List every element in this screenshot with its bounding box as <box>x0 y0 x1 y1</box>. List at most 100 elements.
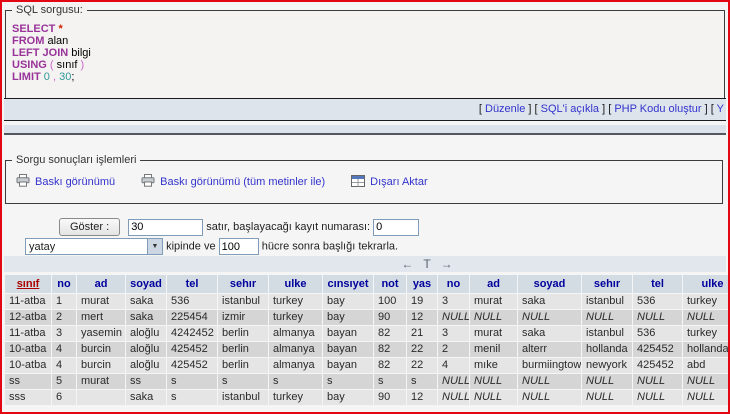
table-cell: 3 <box>52 326 76 341</box>
sort-link-yas[interactable]: yas <box>413 278 431 290</box>
table-cell: istanbul <box>582 294 632 309</box>
table-cell: berlin <box>218 326 268 341</box>
table-cell: saka <box>126 390 166 405</box>
table-cell: NULL <box>518 390 581 405</box>
table-cell: turkey <box>683 326 730 341</box>
sort-link-not[interactable]: not <box>381 278 398 290</box>
table-cell: 5 <box>52 374 76 389</box>
sql-footer-link[interactable]: SQL'i açıkla <box>541 103 599 115</box>
column-header-soyad: soyad <box>126 275 166 293</box>
table-cell: 21 <box>407 326 437 341</box>
table-cell: istanbul <box>218 390 268 405</box>
column-header-cınsıyet: cınsıyet <box>323 275 373 293</box>
table-row: sss6 sakasistanbulturkeybay9012NULLNULLN… <box>5 390 730 405</box>
table-cell: istanbul <box>582 326 632 341</box>
column-header-no: no <box>52 275 76 293</box>
sort-link-no[interactable]: no <box>57 278 70 290</box>
sql-footer-link[interactable]: PHP Kodu oluştur <box>614 103 701 115</box>
table-cell: sss <box>5 390 51 405</box>
sql-line: FROM alan <box>12 35 724 47</box>
table-cell: NULL <box>470 374 517 389</box>
table-cell: s <box>269 374 322 389</box>
table-cell: 10-atba <box>5 358 51 373</box>
display-mode-select[interactable]: yatay ▼ <box>25 238 163 255</box>
pager-toggle[interactable]: T <box>418 257 435 271</box>
table-cell: alterr <box>518 342 581 357</box>
table-cell: burcin <box>77 358 125 373</box>
table-cell: istanbul <box>218 294 268 309</box>
table-cell: 425452 <box>167 358 217 373</box>
sort-link-tel[interactable]: tel <box>186 278 199 290</box>
sort-link-ad[interactable]: ad <box>95 278 108 290</box>
table-cell: 82 <box>374 358 406 373</box>
table-cell: NULL <box>438 374 469 389</box>
table-cell: hollanda <box>582 342 632 357</box>
table-cell: 11-atba <box>5 294 51 309</box>
table-cell: ss <box>126 374 166 389</box>
sort-link-soyad[interactable]: soyad <box>130 278 162 290</box>
table-cell: 225454 <box>167 310 217 325</box>
table-row: 10-atba4burcinaloğlu425452berlinalmanyab… <box>5 358 730 373</box>
display-options-row-2: yatay ▼ kipinde ve hücre sonra başlığı t… <box>25 238 398 255</box>
table-row: 11-atba3yaseminaloğlu4242452berlinalmany… <box>5 326 730 341</box>
table-cell: NULL <box>582 390 632 405</box>
table-cell: menil <box>470 342 517 357</box>
sort-link-no[interactable]: no <box>447 278 460 290</box>
sort-link-sınıf[interactable]: sınıf <box>17 278 40 290</box>
sql-footer-link[interactable]: Düzenle <box>485 103 525 115</box>
table-cell: NULL <box>438 390 469 405</box>
bracket-text: ] <box>599 103 608 115</box>
table-cell: s <box>374 374 406 389</box>
table-cell: NULL <box>518 310 581 325</box>
table-cell: 19 <box>407 294 437 309</box>
show-button[interactable]: Göster : <box>59 218 120 236</box>
table-cell: s <box>323 374 373 389</box>
table-cell: NULL <box>633 390 682 405</box>
table-cell: 100 <box>374 294 406 309</box>
sort-link-ulke[interactable]: ulke <box>284 278 306 290</box>
pager-right-arrow[interactable]: → <box>436 257 458 271</box>
table-cell: NULL <box>470 310 517 325</box>
table-cell: newyork <box>582 358 632 373</box>
sql-code: SELECT *FROM alanLEFT JOIN bilgiUSING ( … <box>6 11 724 83</box>
table-cell: bayan <box>323 358 373 373</box>
sort-link-sehır[interactable]: sehır <box>594 278 620 290</box>
sort-link-sehır[interactable]: sehır <box>230 278 256 290</box>
table-cell: NULL <box>633 374 682 389</box>
print-view-link[interactable]: Baskı görünümü <box>16 174 115 190</box>
repeat-headers-input[interactable] <box>219 238 259 255</box>
sort-link-ad[interactable]: ad <box>487 278 500 290</box>
table-cell: 536 <box>167 294 217 309</box>
sql-footer-link-truncated[interactable]: Y <box>717 103 724 115</box>
sort-link-tel[interactable]: tel <box>651 278 664 290</box>
sort-link-soyad[interactable]: soyad <box>534 278 566 290</box>
table-cell: turkey <box>683 294 730 309</box>
column-header-not: not <box>374 275 406 293</box>
table-cell: NULL <box>633 310 682 325</box>
export-link[interactable]: Dışarı Aktar <box>351 175 427 190</box>
sort-link-ulke[interactable]: ulke <box>701 278 723 290</box>
printer-icon <box>16 174 30 190</box>
table-cell: aloğlu <box>126 358 166 373</box>
table-cell: s <box>407 374 437 389</box>
pager-left-arrow[interactable]: ← <box>396 257 418 271</box>
table-cell: NULL <box>438 310 469 325</box>
sort-link-cınsıyet[interactable]: cınsıyet <box>328 278 369 290</box>
results-table-container: sınıf no ad soyad tel sehır ulke cınsıyet not yas… <box>4 274 730 406</box>
table-cell: s <box>218 374 268 389</box>
row-count-input[interactable] <box>128 219 203 236</box>
table-cell: murat <box>77 294 125 309</box>
table-cell: NULL <box>518 374 581 389</box>
column-header-sınıf: sınıf <box>5 275 51 293</box>
table-cell: izmir <box>218 310 268 325</box>
column-header-sehır: sehır <box>218 275 268 293</box>
start-record-input[interactable] <box>373 219 419 236</box>
table-cell: bayan <box>323 342 373 357</box>
table-cell: 2 <box>438 342 469 357</box>
print-view-full-texts-link[interactable]: Baskı görünümü (tüm metinler ile) <box>141 174 325 190</box>
sql-line: SELECT * <box>12 23 724 35</box>
table-cell: burmiingtown <box>518 358 581 373</box>
phpmyadmin-results-page: SQL sorgusu: SELECT *FROM alanLEFT JOIN … <box>0 0 730 414</box>
table-header-row: sınıf no ad soyad tel sehır ulke cınsıyet not yas… <box>5 275 730 293</box>
column-header-ulke: ulke <box>683 275 730 293</box>
